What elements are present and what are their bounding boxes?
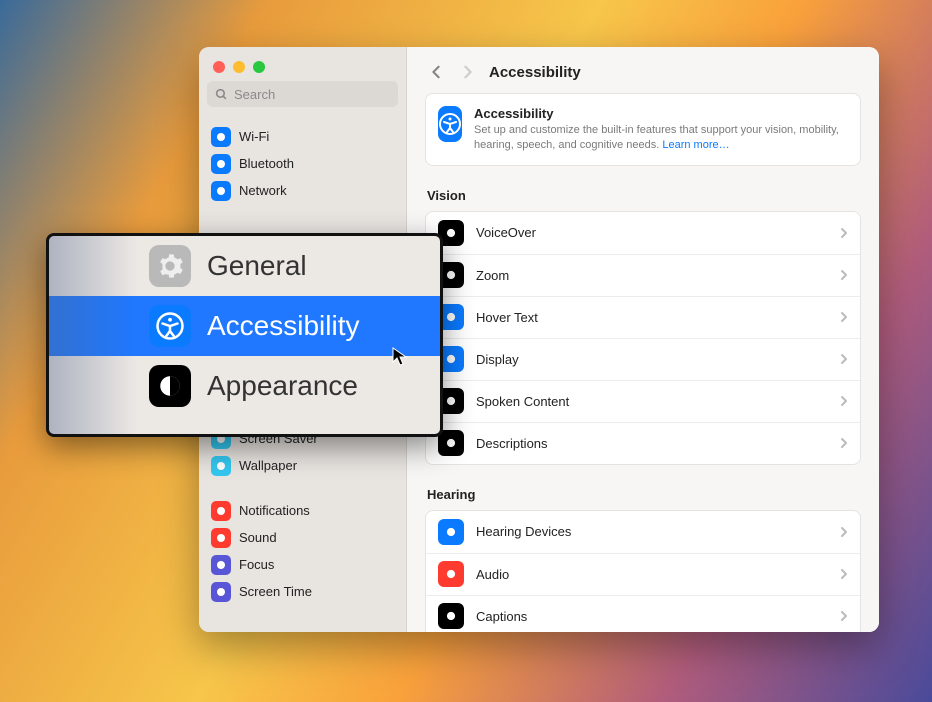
gear-icon [149, 245, 191, 287]
zoom-callout: General Accessibility Appearance [46, 233, 443, 437]
row-icon [438, 519, 464, 545]
settings-row[interactable]: Captions [426, 595, 860, 632]
settings-row[interactable]: Spoken Content [426, 380, 860, 422]
header-card: Accessibility Set up and customize the b… [425, 93, 861, 166]
chevron-right-icon [840, 227, 848, 239]
sidebar-item-label: Network [239, 183, 287, 198]
sidebar-item-label: Wallpaper [239, 458, 297, 473]
search-input[interactable] [234, 87, 410, 102]
row-icon [438, 561, 464, 587]
accessibility-icon [438, 106, 462, 142]
app-icon [211, 181, 231, 201]
chevron-right-icon [840, 568, 848, 580]
chevron-right-icon [840, 311, 848, 323]
section-header: Hearing [427, 487, 859, 502]
settings-panel: VoiceOver Zoom Hover Text Display Spoken Con… [425, 211, 861, 465]
sidebar-item-label: Sound [239, 530, 277, 545]
sidebar-item[interactable]: Screen Time [199, 578, 406, 605]
search-field[interactable] [207, 81, 398, 107]
main-panel: Accessibility Accessibility Set up and c… [407, 47, 879, 632]
row-label: Hearing Devices [476, 524, 828, 539]
chevron-right-icon [840, 526, 848, 538]
page-title: Accessibility [489, 64, 581, 81]
sidebar-item[interactable]: Bluetooth [199, 150, 406, 177]
row-label: Captions [476, 609, 828, 624]
close-window-button[interactable] [213, 61, 225, 73]
header-title: Accessibility [474, 106, 848, 121]
sidebar-item[interactable]: Focus [199, 551, 406, 578]
chevron-right-icon [840, 437, 848, 449]
row-label: Display [476, 352, 828, 367]
sidebar-item[interactable]: Sound [199, 524, 406, 551]
row-label: VoiceOver [476, 225, 828, 240]
section-header: Vision [427, 188, 859, 203]
learn-more-link[interactable]: Learn more… [662, 139, 729, 151]
settings-row[interactable]: Audio [426, 553, 860, 595]
app-icon [211, 456, 231, 476]
settings-row[interactable]: VoiceOver [426, 212, 860, 254]
fullscreen-window-button[interactable] [253, 61, 265, 73]
app-icon [211, 127, 231, 147]
chevron-right-icon [840, 610, 848, 622]
row-label: Audio [476, 567, 828, 582]
settings-row[interactable]: Display [426, 338, 860, 380]
row-icon [438, 603, 464, 629]
row-label: Zoom [476, 268, 828, 283]
minimize-window-button[interactable] [233, 61, 245, 73]
sidebar-item-label: Screen Time [239, 584, 312, 599]
app-icon [211, 501, 231, 521]
app-icon [211, 555, 231, 575]
window-controls [199, 47, 406, 81]
toolbar: Accessibility [407, 47, 879, 93]
app-icon [211, 582, 231, 602]
settings-panel: Hearing Devices Audio Captions [425, 510, 861, 632]
sidebar-item-label: Notifications [239, 503, 310, 518]
forward-button[interactable] [457, 61, 479, 83]
chevron-right-icon [840, 395, 848, 407]
sidebar-item[interactable]: Notifications [199, 497, 406, 524]
app-icon [211, 528, 231, 548]
header-desc: Set up and customize the built-in featur… [474, 123, 848, 153]
accessibility-icon [149, 305, 191, 347]
app-icon [211, 154, 231, 174]
settings-row[interactable]: Descriptions [426, 422, 860, 464]
row-label: Hover Text [476, 310, 828, 325]
row-icon [438, 430, 464, 456]
search-icon [215, 88, 228, 101]
row-label: Descriptions [476, 436, 828, 451]
settings-row[interactable]: Hearing Devices [426, 511, 860, 553]
sidebar-item[interactable]: Network [199, 177, 406, 204]
sidebar-item-label: Focus [239, 557, 274, 572]
back-button[interactable] [425, 61, 447, 83]
settings-row[interactable]: Hover Text [426, 296, 860, 338]
settings-row[interactable]: Zoom [426, 254, 860, 296]
chevron-right-icon [840, 353, 848, 365]
sidebar-item[interactable]: Wi-Fi [199, 123, 406, 150]
sidebar-item-label: Wi-Fi [239, 129, 269, 144]
sidebar-item[interactable]: Wallpaper [199, 452, 406, 479]
appearance-icon [149, 365, 191, 407]
row-label: Spoken Content [476, 394, 828, 409]
sidebar-item-label: Bluetooth [239, 156, 294, 171]
chevron-right-icon [840, 269, 848, 281]
